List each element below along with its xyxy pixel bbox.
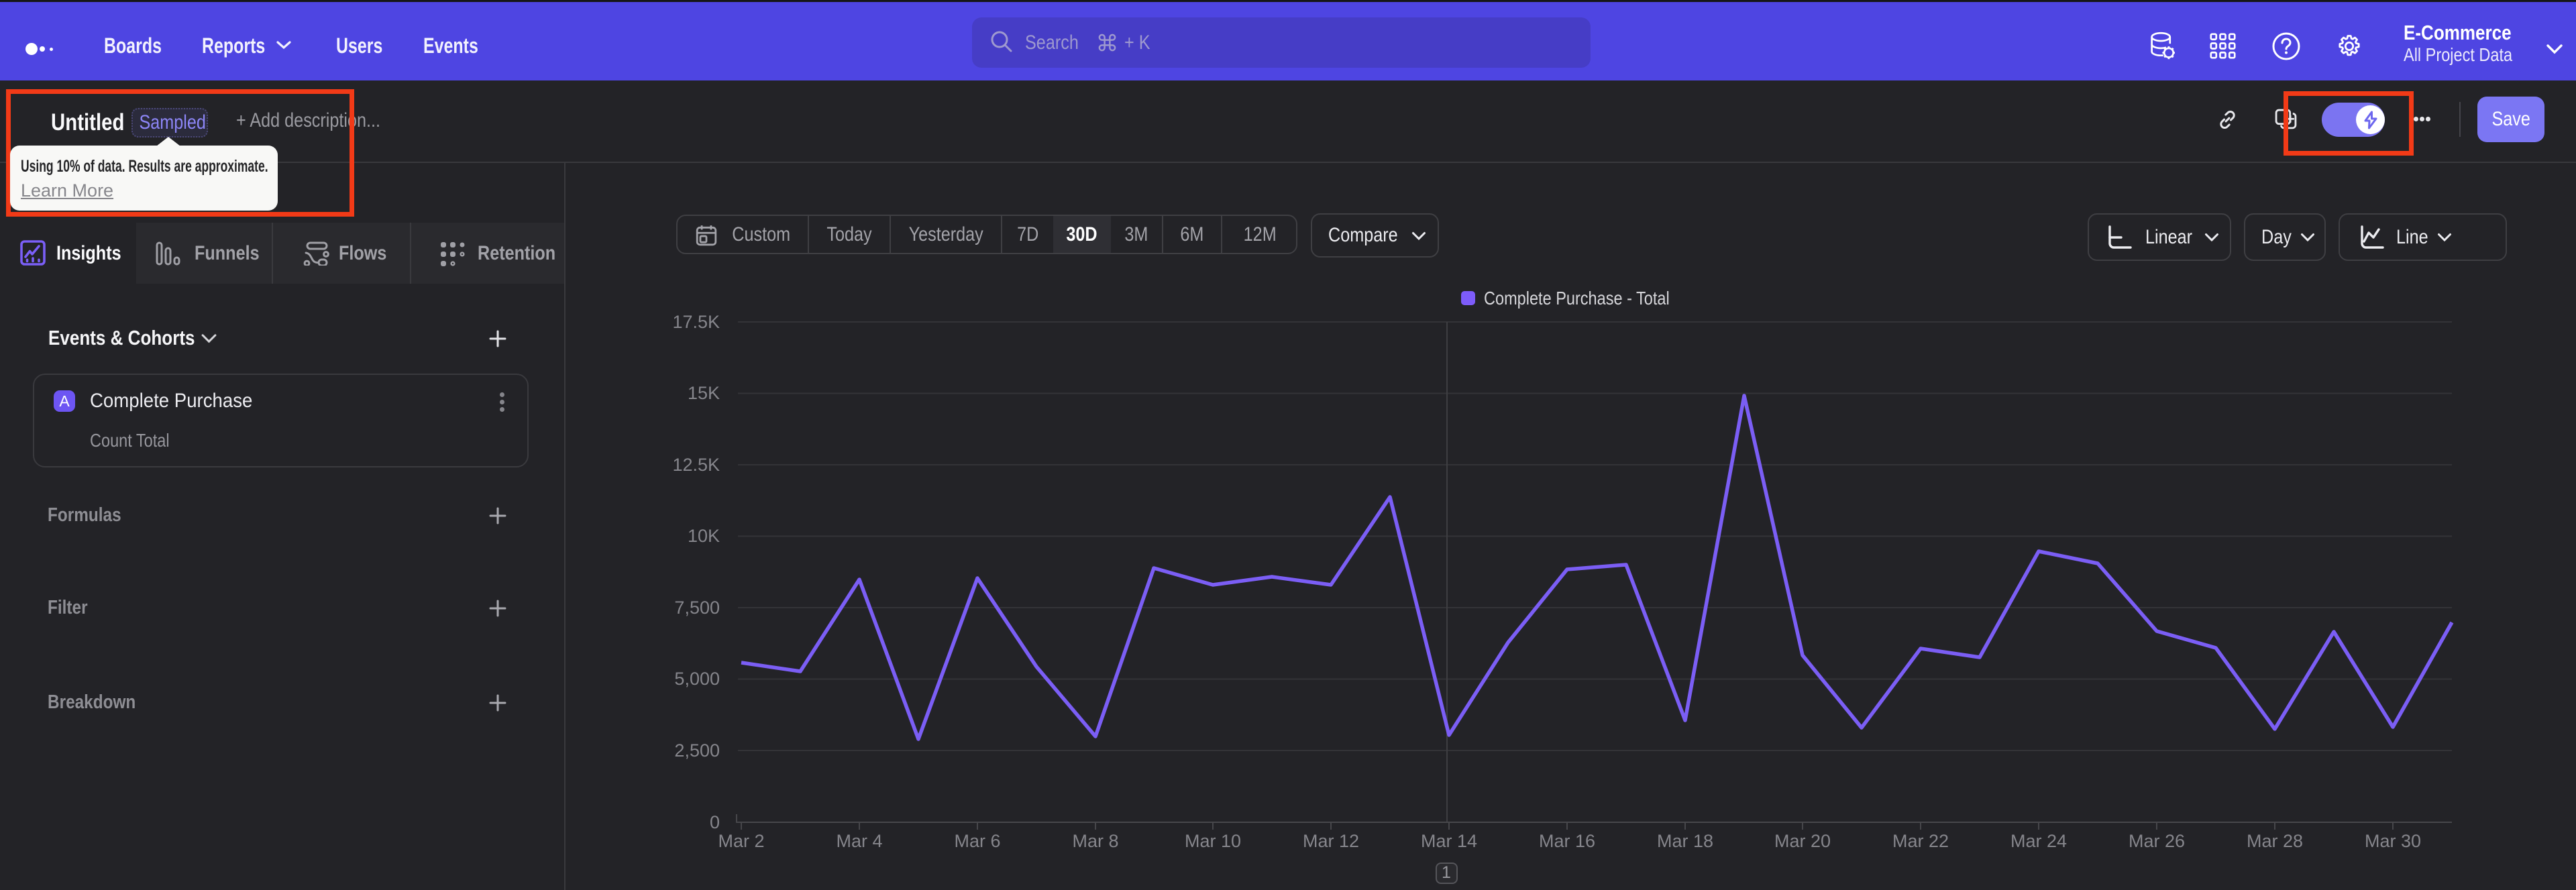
- svg-text:12.5K: 12.5K: [672, 455, 720, 475]
- svg-text:Mar 16: Mar 16: [1539, 831, 1595, 851]
- svg-text:Mar 20: Mar 20: [1774, 831, 1831, 851]
- svg-text:Mar 18: Mar 18: [1657, 831, 1713, 851]
- svg-text:Mar 12: Mar 12: [1303, 831, 1359, 851]
- svg-text:Mar 4: Mar 4: [836, 831, 882, 851]
- svg-text:Mar 22: Mar 22: [1892, 831, 1949, 851]
- svg-text:2,500: 2,500: [674, 740, 720, 761]
- svg-text:17.5K: 17.5K: [672, 312, 720, 332]
- svg-text:Mar 14: Mar 14: [1421, 831, 1477, 851]
- svg-text:0: 0: [710, 812, 720, 832]
- svg-text:Mar 6: Mar 6: [954, 831, 1000, 851]
- svg-text:Mar 10: Mar 10: [1185, 831, 1241, 851]
- svg-text:Mar 24: Mar 24: [2010, 831, 2067, 851]
- svg-text:Mar 8: Mar 8: [1072, 831, 1118, 851]
- svg-text:Mar 30: Mar 30: [2365, 831, 2421, 851]
- svg-text:5,000: 5,000: [674, 669, 720, 689]
- svg-text:7,500: 7,500: [674, 598, 720, 618]
- svg-text:Mar 2: Mar 2: [718, 831, 764, 851]
- svg-text:15K: 15K: [688, 383, 720, 403]
- svg-text:Mar 28: Mar 28: [2247, 831, 2303, 851]
- svg-text:Mar 26: Mar 26: [2129, 831, 2185, 851]
- svg-text:1: 1: [1442, 863, 1451, 882]
- svg-text:10K: 10K: [688, 526, 720, 546]
